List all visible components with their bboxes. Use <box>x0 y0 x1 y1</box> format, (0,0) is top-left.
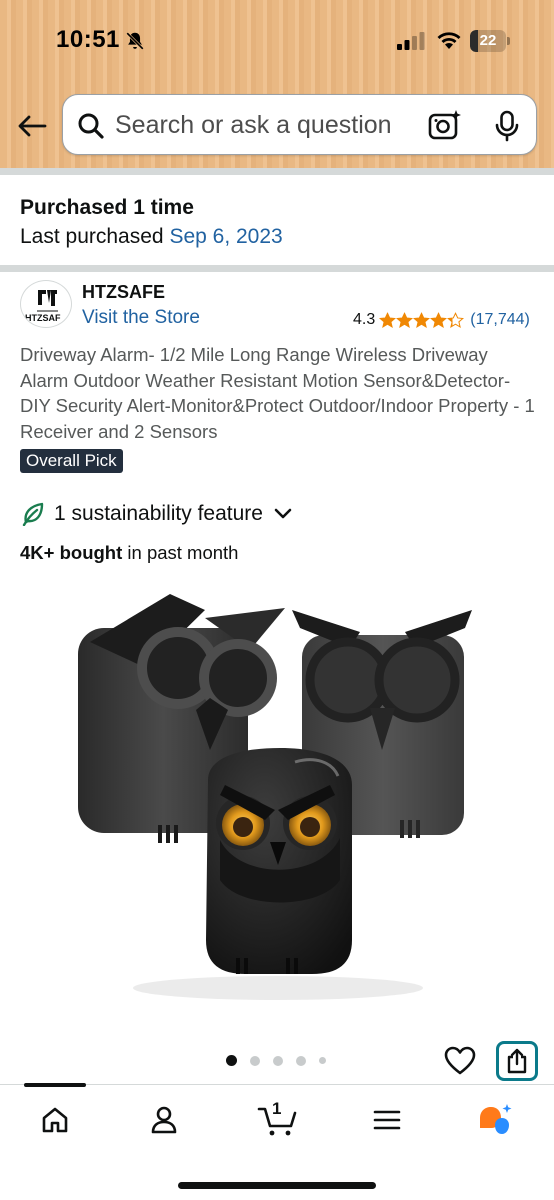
rufus-icon <box>480 1104 512 1134</box>
pagination-dot[interactable] <box>319 1057 326 1064</box>
image-pagination[interactable] <box>226 1055 339 1066</box>
battery-level: 22 <box>479 32 497 49</box>
nav-account[interactable] <box>146 1103 182 1137</box>
star-icon <box>430 311 448 328</box>
chevron-down-icon <box>274 508 292 519</box>
bought-count: 4K+ bought <box>20 542 123 563</box>
wifi-icon <box>437 32 461 49</box>
overall-pick-badge: Overall Pick <box>20 449 123 473</box>
search-bar[interactable] <box>62 94 537 155</box>
brand-name: HTZSAFE <box>82 282 165 302</box>
cart-count: 1 <box>272 1099 282 1118</box>
bought-period: in past month <box>122 542 239 563</box>
nav-rufus[interactable] <box>477 1103 513 1137</box>
product-title[interactable]: Driveway Alarm- 1/2 Mile Long Range Wire… <box>20 342 540 444</box>
home-icon <box>42 1107 68 1133</box>
active-tab-indicator <box>24 1083 86 1087</box>
visit-store-link[interactable]: Visit the Store <box>82 307 200 329</box>
nav-home[interactable] <box>37 1103 73 1137</box>
search-icon <box>78 113 104 139</box>
heart-icon[interactable] <box>444 1046 476 1076</box>
bottom-nav: 1 <box>0 1083 554 1200</box>
brand-logo[interactable]: HTZSAF <box>20 280 72 328</box>
person-icon <box>151 1106 177 1134</box>
share-icon <box>507 1048 527 1074</box>
share-button[interactable] <box>496 1041 538 1081</box>
star-rating <box>379 311 465 329</box>
star-icon <box>413 311 431 328</box>
status-bar: 10:51 22 <box>0 0 554 84</box>
battery-indicator: 22 <box>470 30 510 52</box>
leaf-icon <box>22 502 44 526</box>
status-time: 10:51 <box>56 26 120 53</box>
nav-menu[interactable] <box>369 1103 405 1137</box>
menu-icon <box>373 1110 401 1130</box>
section-divider <box>0 168 554 175</box>
cellular-signal-icon <box>397 32 425 50</box>
pagination-dot[interactable] <box>226 1055 237 1066</box>
purchase-history: Purchased 1 time Last purchased Sep 6, 2… <box>20 194 540 252</box>
last-purchased-row: Last purchased Sep 6, 2023 <box>20 222 540 252</box>
bought-in-past-month: 4K+ bought in past month <box>20 542 238 564</box>
mic-icon[interactable] <box>493 110 521 142</box>
star-icon <box>396 311 414 328</box>
product-image[interactable] <box>60 580 500 1010</box>
rating-value: 4.3 <box>353 311 376 328</box>
home-indicator <box>178 1182 376 1189</box>
pagination-dot[interactable] <box>296 1055 306 1066</box>
back-arrow-icon <box>18 115 47 137</box>
pagination-dot[interactable] <box>250 1055 260 1066</box>
star-icon <box>447 311 465 328</box>
back-button[interactable] <box>14 108 50 144</box>
camera-icon[interactable] <box>428 109 462 141</box>
rating-summary[interactable]: 4.3 (17,744) <box>353 309 530 331</box>
sustainability-label: 1 sustainability feature <box>54 502 263 525</box>
last-purchased-date-link[interactable]: Sep 6, 2023 <box>169 225 282 248</box>
section-divider <box>0 265 554 272</box>
pagination-dot[interactable] <box>273 1055 283 1066</box>
star-icon <box>379 311 397 328</box>
brand-logo-text: HTZSAF <box>25 313 61 323</box>
silent-bell-icon <box>125 31 145 51</box>
search-input[interactable] <box>115 105 415 145</box>
app-header: 10:51 22 <box>0 0 554 168</box>
rating-count-link[interactable]: (17,744) <box>470 311 530 329</box>
last-purchased-label: Last purchased <box>20 225 164 248</box>
sustainability-toggle[interactable]: 1 sustainability feature <box>22 500 293 528</box>
purchased-count: Purchased 1 time <box>20 196 194 219</box>
